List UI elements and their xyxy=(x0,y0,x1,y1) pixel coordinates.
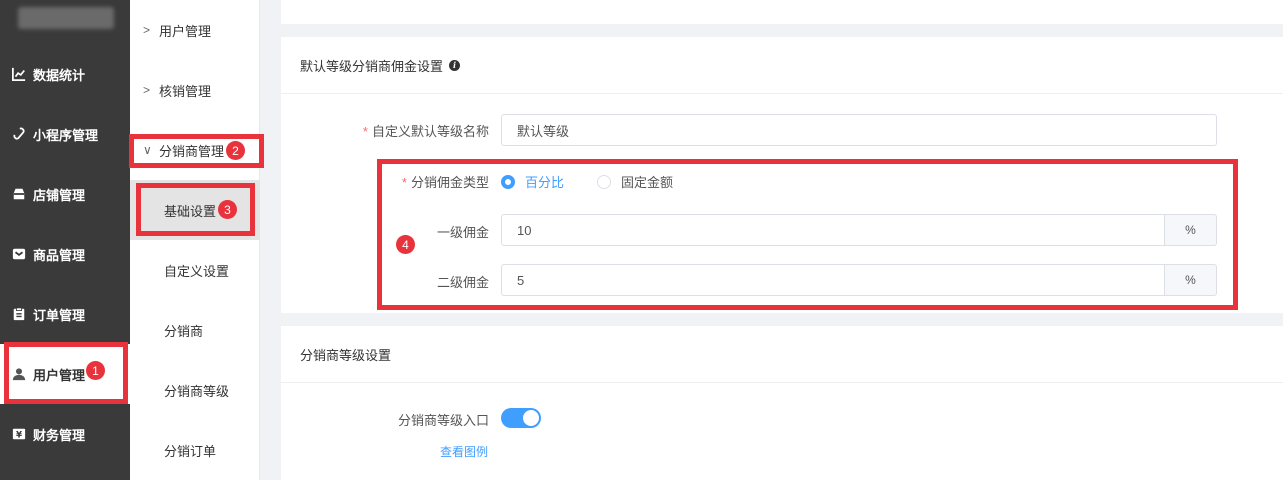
sub-sidebar: > 用户管理 > 核销管理 ∨ 分销商管理 基础设置 自定义设置 分销商 分销商… xyxy=(130,0,260,480)
user-icon xyxy=(11,366,27,382)
first-commission-label: 一级佣金 xyxy=(281,222,489,241)
sub-item-distributor-levels[interactable]: 分销商等级 xyxy=(130,360,260,420)
first-commission-value: 10 xyxy=(517,222,532,238)
chevron-down-icon: ∨ xyxy=(143,143,152,157)
sub-group-verification[interactable]: > 核销管理 xyxy=(130,60,260,120)
app-logo xyxy=(18,7,114,29)
first-commission-input-group: 10 % xyxy=(501,214,1217,246)
nav-item-label: 数据统计 xyxy=(33,67,86,83)
nav-item-statistics[interactable]: 数据统计 xyxy=(0,44,130,104)
sub-item-custom-settings[interactable]: 自定义设置 xyxy=(130,240,260,300)
nav-item-label: 店铺管理 xyxy=(33,187,86,203)
chart-line-icon xyxy=(11,66,27,82)
second-commission-label: 二级佣金 xyxy=(281,272,489,291)
radio-percent-label: 百分比 xyxy=(525,175,565,190)
yen-icon: ¥ xyxy=(11,426,27,442)
nav-item-miniprogram[interactable]: 小程序管理 xyxy=(0,104,130,164)
panel-title-text: 默认等级分销商佣金设置 xyxy=(300,58,444,74)
chevron-right-icon: > xyxy=(143,23,151,37)
sub-item-label: 分销商 xyxy=(164,323,204,339)
nav-item-label: 小程序管理 xyxy=(33,127,99,143)
radio-fixed-label: 固定金额 xyxy=(621,175,674,190)
switch-knob xyxy=(523,410,539,426)
box-icon xyxy=(11,246,27,262)
commission-type-label-text: 分销佣金类型 xyxy=(410,175,489,190)
annotation-badge-1: 1 xyxy=(86,361,105,380)
level-name-value: 默认等级 xyxy=(517,123,570,139)
radio-fixed-amount[interactable]: 固定金额 xyxy=(597,172,673,191)
nav-item-label: 订单管理 xyxy=(33,307,86,323)
sub-group-label: 用户管理 xyxy=(159,23,212,39)
radio-dot xyxy=(597,174,611,189)
sub-group-label: 分销商管理 xyxy=(159,143,225,159)
level-name-input[interactable]: 默认等级 xyxy=(501,114,1217,146)
nav-item-label: 商品管理 xyxy=(33,247,86,263)
level-entry-label: 分销商等级入口 xyxy=(281,410,489,429)
clipboard-icon xyxy=(11,306,27,322)
annotation-badge-2: 2 xyxy=(226,141,245,160)
store-icon xyxy=(11,186,27,202)
nav-item-finance[interactable]: ¥ 财务管理 xyxy=(0,404,130,464)
nav-item-label: 用户管理 xyxy=(33,367,86,383)
second-commission-input[interactable]: 5 xyxy=(501,264,1164,296)
sub-item-label: 分销订单 xyxy=(164,443,217,459)
sub-item-label: 基础设置 xyxy=(164,203,217,219)
radio-percent[interactable]: 百分比 xyxy=(501,172,564,191)
commission-type-label: * 分销佣金类型 xyxy=(281,172,489,191)
level-entry-label-text: 分销商等级入口 xyxy=(397,413,489,428)
distributor-level-panel: 分销商等级设置 分销商等级入口 查看图例 xyxy=(281,326,1283,480)
main-sidebar: 数据统计 小程序管理 店铺管理 商品管理 订单管理 用户管理 ¥ 财务管理 xyxy=(0,0,130,480)
nav-item-orders[interactable]: 订单管理 xyxy=(0,284,130,344)
nav-item-users[interactable]: 用户管理 xyxy=(0,344,130,404)
sub-item-label: 自定义设置 xyxy=(164,263,230,279)
panel-title-text: 分销商等级设置 xyxy=(300,347,392,363)
percent-unit: % xyxy=(1164,214,1217,246)
panel-title: 分销商等级设置 xyxy=(281,326,1283,383)
first-commission-label-text: 一级佣金 xyxy=(436,225,489,240)
svg-text:¥: ¥ xyxy=(16,431,22,441)
second-commission-input-group: 5 % xyxy=(501,264,1217,296)
top-panel xyxy=(281,0,1283,24)
view-example-link[interactable]: 查看图例 xyxy=(440,443,488,460)
sub-group-label: 核销管理 xyxy=(159,83,212,99)
annotation-badge-4: 4 xyxy=(396,235,415,254)
nav-item-store[interactable]: 店铺管理 xyxy=(0,164,130,224)
second-commission-value: 5 xyxy=(517,272,525,288)
info-icon[interactable]: i xyxy=(449,59,461,71)
sub-item-distributors[interactable]: 分销商 xyxy=(130,300,260,360)
nav-item-goods[interactable]: 商品管理 xyxy=(0,224,130,284)
level-name-label: * 自定义默认等级名称 xyxy=(281,121,489,140)
link-icon xyxy=(11,126,27,142)
second-commission-label-text: 二级佣金 xyxy=(436,275,489,290)
required-asterisk: * xyxy=(401,175,407,190)
default-commission-panel: 默认等级分销商佣金设置 i * 自定义默认等级名称 默认等级 * 分销佣金类型 百分… xyxy=(281,37,1283,313)
nav-item-label: 财务管理 xyxy=(33,427,86,443)
level-name-label-text: 自定义默认等级名称 xyxy=(371,124,489,139)
chevron-right-icon: > xyxy=(143,83,151,97)
annotation-badge-3: 3 xyxy=(218,200,237,219)
sub-item-basic-settings[interactable]: 基础设置 xyxy=(130,180,260,240)
level-entry-switch[interactable] xyxy=(501,408,541,428)
panel-title: 默认等级分销商佣金设置 i xyxy=(281,37,1283,94)
required-asterisk: * xyxy=(362,124,368,139)
sub-item-label: 分销商等级 xyxy=(164,383,230,399)
first-commission-input[interactable]: 10 xyxy=(501,214,1164,246)
radio-dot xyxy=(501,174,515,189)
sub-item-distribution-orders[interactable]: 分销订单 xyxy=(130,420,260,480)
percent-unit: % xyxy=(1164,264,1217,296)
sub-group-users[interactable]: > 用户管理 xyxy=(130,0,260,60)
